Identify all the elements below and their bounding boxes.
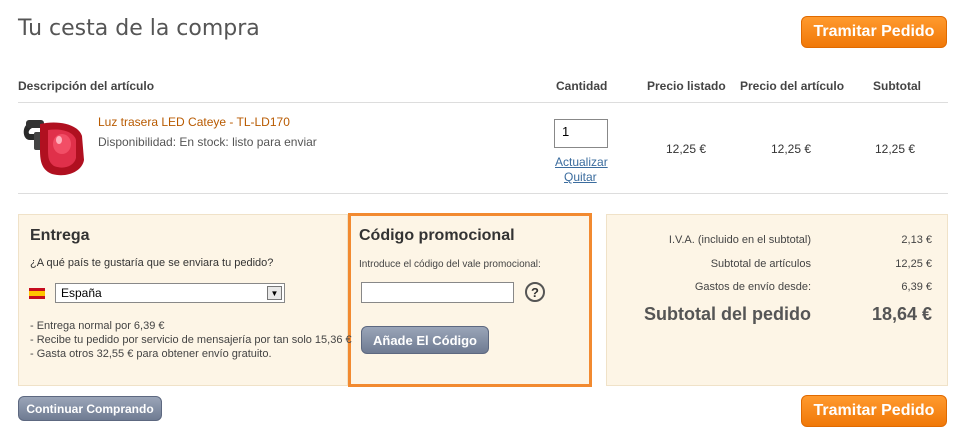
items-subtotal-label: Subtotal de artículos: [710, 258, 811, 270]
add-code-button[interactable]: Añade El Código: [361, 326, 489, 354]
items-subtotal-value: 12,25 €: [895, 258, 932, 270]
spain-flag-icon: [29, 286, 45, 299]
shipping-cost-label: Gastos de envío desde:: [694, 281, 811, 293]
page-title: Tu cesta de la compra: [18, 16, 260, 41]
chevron-down-icon[interactable]: ▼: [267, 286, 282, 300]
row-divider: [18, 193, 948, 194]
order-subtotal-value: 18,64 €: [871, 304, 932, 324]
column-header-item-price: Precio del artículo: [740, 79, 845, 93]
order-subtotal-label: Subtotal del pedido: [644, 304, 811, 324]
column-header-quantity: Cantidad: [556, 79, 608, 93]
shipping-note: - Recibe tu pedido por servicio de mensa…: [30, 334, 352, 346]
product-name-link[interactable]: Luz trasera LED Cateye - TL-LD170: [98, 115, 290, 129]
country-select[interactable]: España ▼: [55, 283, 285, 303]
shipping-cost-value: 6,39 €: [901, 281, 932, 293]
shipping-question: ¿A qué país te gustaría que se enviara t…: [30, 257, 274, 269]
help-icon[interactable]: ?: [525, 282, 545, 302]
checkout-button-top[interactable]: Tramitar Pedido: [801, 16, 947, 48]
shipping-note: - Gasta otros 32,55 € para obtener envío…: [30, 348, 272, 360]
header-divider: [18, 102, 948, 103]
promo-label: Introduce el código del vale promocional…: [359, 259, 541, 270]
update-quantity-link[interactable]: Actualizar: [555, 155, 608, 169]
column-header-list-price: Precio listado: [647, 79, 726, 93]
shipping-title: Entrega: [30, 227, 90, 244]
remove-item-link[interactable]: Quitar: [564, 170, 597, 184]
product-thumbnail[interactable]: [18, 110, 90, 182]
promo-title: Código promocional: [359, 227, 515, 244]
shipping-note: - Entrega normal por 6,39 €: [30, 320, 165, 332]
list-price-value: 12,25 €: [666, 142, 707, 156]
promo-code-input[interactable]: [361, 282, 514, 303]
column-header-description: Descripción del artículo: [18, 79, 155, 93]
vat-value: 2,13 €: [901, 234, 932, 246]
country-select-value: España: [61, 286, 102, 300]
product-availability: Disponibilidad: En stock: listo para env…: [98, 135, 317, 149]
checkout-button-bottom[interactable]: Tramitar Pedido: [801, 395, 947, 427]
vat-label: I.V.A. (incluido en el subtotal): [668, 234, 811, 246]
column-header-subtotal: Subtotal: [873, 79, 921, 93]
quantity-input[interactable]: 1: [554, 119, 608, 148]
item-price-value: 12,25 €: [771, 142, 812, 156]
subtotal-value: 12,25 €: [875, 142, 916, 156]
continue-shopping-button[interactable]: Continuar Comprando: [18, 396, 162, 421]
